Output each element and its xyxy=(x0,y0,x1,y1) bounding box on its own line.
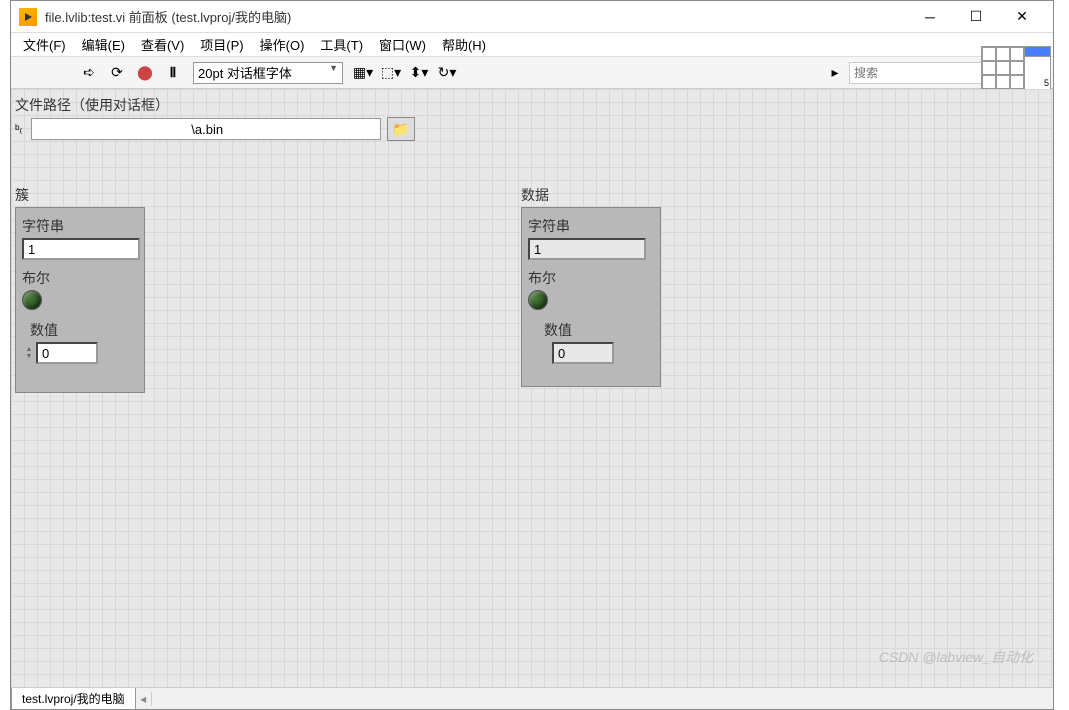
bool-led-2 xyxy=(528,290,548,310)
context-tab[interactable]: test.lvproj/我的电脑 xyxy=(11,688,136,709)
numeric-input-1[interactable] xyxy=(36,342,98,364)
menubar: 文件(F) 编辑(E) 查看(V) 项目(P) 操作(O) 工具(T) 窗口(W… xyxy=(11,33,1053,57)
align-button[interactable]: ▦▾ xyxy=(350,60,376,86)
menu-operate[interactable]: 操作(O) xyxy=(252,33,313,56)
font-selector[interactable]: 20pt 对话框字体 xyxy=(193,62,343,84)
num-ind-label: 数值 xyxy=(544,320,654,340)
run-button[interactable]: ➪ xyxy=(76,60,102,86)
cluster-control[interactable]: 字符串 布尔 数值 ▲▼ xyxy=(15,207,145,393)
pause-button[interactable]: Ⅱ xyxy=(160,60,186,86)
abort-button[interactable]: ⬤ xyxy=(132,60,158,86)
menu-window[interactable]: 窗口(W) xyxy=(371,33,434,56)
string-indicator-2: 1 xyxy=(528,238,646,260)
menu-help[interactable]: 帮助(H) xyxy=(434,33,494,56)
run-continuous-button[interactable]: ⟳ xyxy=(104,60,130,86)
search-input[interactable] xyxy=(849,62,989,84)
path-input[interactable] xyxy=(31,118,381,140)
bool-led-1[interactable] xyxy=(22,290,42,310)
distribute-button[interactable]: ⬚▾ xyxy=(378,60,404,86)
connector-grid xyxy=(982,47,1024,89)
maximize-button[interactable]: ☐ xyxy=(953,2,999,32)
titlebar: file.lvlib:test.vi 前面板 (test.lvproj/我的电脑… xyxy=(11,1,1053,33)
statusbar: test.lvproj/我的电脑 ◂ xyxy=(11,687,1053,709)
numeric-control-1: ▲▼ xyxy=(22,342,138,364)
menu-file[interactable]: 文件(F) xyxy=(15,33,74,56)
numeric-indicator-2: 0 xyxy=(552,342,654,364)
menu-view[interactable]: 查看(V) xyxy=(133,33,192,56)
front-panel-grid[interactable]: 文件路径（使用对话框） ᵇ₍ 📁 簇 字符串 布尔 数值 ▲▼ 数据 字符串 1… xyxy=(11,89,1053,687)
browse-button[interactable]: 📁 xyxy=(387,117,415,141)
cluster-indicator: 字符串 1 布尔 数值 0 xyxy=(521,207,661,387)
bool-field-label: 布尔 xyxy=(22,268,138,288)
string-field-label: 字符串 xyxy=(22,216,138,236)
watermark-text: CSDN @labview_自动化 xyxy=(879,647,1033,667)
menu-tools[interactable]: 工具(T) xyxy=(312,33,371,56)
menu-edit[interactable]: 编辑(E) xyxy=(74,33,133,56)
bool-ind-label: 布尔 xyxy=(528,268,654,288)
cluster2-label: 数据 xyxy=(521,185,549,205)
window-controls: ─ ☐ ✕ xyxy=(907,2,1045,32)
path-control: ᵇ₍ 📁 xyxy=(15,117,415,141)
close-button[interactable]: ✕ xyxy=(999,2,1045,32)
minimize-button[interactable]: ─ xyxy=(907,2,953,32)
toolbar: ➪ ⟳ ⬤ Ⅱ 20pt 对话框字体 ▦▾ ⬚▾ ⬍▾ ↻▾ ▸ 🔍 ? xyxy=(11,57,1053,89)
path-control-label: 文件路径（使用对话框） xyxy=(15,95,169,115)
path-type-icon: ᵇ₍ xyxy=(15,122,29,136)
window-title: file.lvlib:test.vi 前面板 (test.lvproj/我的电脑… xyxy=(45,7,907,26)
main-window: file.lvlib:test.vi 前面板 (test.lvproj/我的电脑… xyxy=(10,0,1054,710)
vi-icon: 5 xyxy=(1024,47,1050,89)
numeric-spinner[interactable]: ▲▼ xyxy=(22,342,36,364)
nav-arrow-icon[interactable]: ▸ xyxy=(822,60,848,86)
reorder-button[interactable]: ↻▾ xyxy=(434,60,460,86)
menu-project[interactable]: 项目(P) xyxy=(192,33,251,56)
scroll-left-icon[interactable]: ◂ xyxy=(136,692,152,706)
resize-button[interactable]: ⬍▾ xyxy=(406,60,432,86)
num-field-label: 数值 xyxy=(30,320,138,340)
labview-app-icon xyxy=(19,8,37,26)
string-input-1[interactable] xyxy=(22,238,140,260)
cluster1-label: 簇 xyxy=(15,185,29,205)
string-ind-label: 字符串 xyxy=(528,216,654,236)
connector-pane[interactable]: 5 xyxy=(981,46,1051,90)
